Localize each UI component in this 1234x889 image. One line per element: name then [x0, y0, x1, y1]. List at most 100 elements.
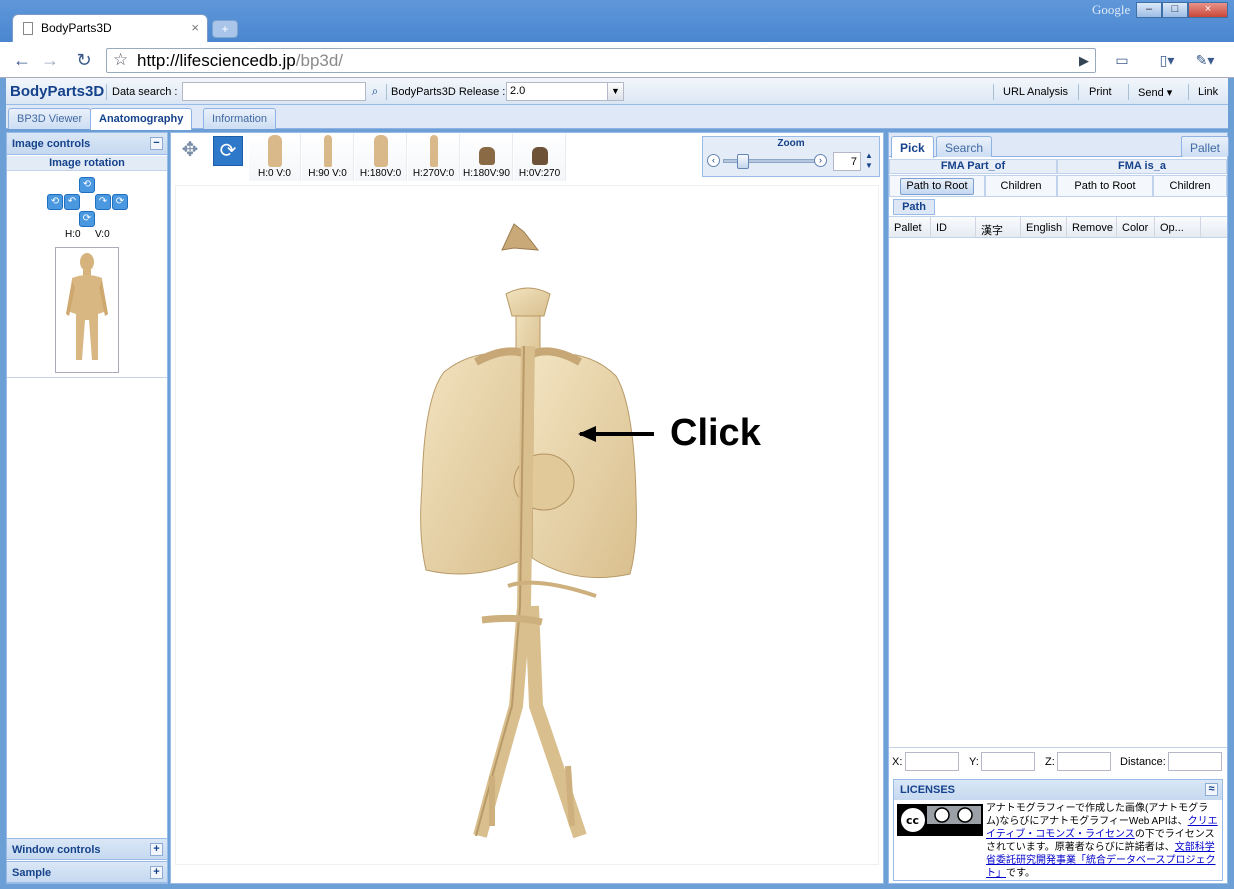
zoom-in-icon[interactable]: › — [814, 154, 827, 167]
part-of-children-button[interactable]: Children — [985, 175, 1057, 197]
z-input[interactable] — [1057, 752, 1111, 771]
wrench-menu-icon[interactable]: ✎▾ — [1190, 48, 1220, 72]
anatomy-canvas[interactable]: Click — [175, 185, 879, 865]
tab-anatomography[interactable]: Anatomography — [90, 108, 193, 130]
back-arrow-icon[interactable]: ← — [10, 48, 34, 72]
tab-information[interactable]: Information — [203, 108, 277, 129]
link-button[interactable]: Link — [1198, 86, 1218, 98]
zoom-slider-handle[interactable] — [737, 154, 749, 169]
release-value: 2.0 — [510, 85, 526, 97]
image-rotation-header: Image rotation — [7, 156, 167, 171]
figure-icon — [478, 147, 495, 165]
column-id[interactable]: ID — [931, 217, 976, 238]
window-controls-header[interactable]: Window controls + — [7, 838, 167, 860]
column-kanji[interactable]: 漢字 — [976, 217, 1021, 238]
licenses-header: LICENSES ≈ — [894, 780, 1222, 800]
figure-icon — [429, 135, 438, 167]
path-table-header: Pallet ID 漢字 English Remove Color Op... — [889, 216, 1227, 238]
z-label: Z: — [1045, 756, 1055, 768]
sample-header[interactable]: Sample + — [7, 861, 167, 883]
forward-arrow-icon[interactable]: → — [38, 48, 62, 72]
column-color[interactable]: Color — [1117, 217, 1155, 238]
pose-left[interactable]: H:90 V:0 — [302, 133, 354, 181]
send-button[interactable]: Send ▾ — [1138, 86, 1172, 99]
column-pallet[interactable]: Pallet — [889, 217, 931, 238]
path-tab[interactable]: Path — [893, 199, 935, 215]
zoom-value-input[interactable]: 7 — [833, 152, 861, 171]
expand-icon[interactable]: + — [150, 866, 163, 879]
maximize-button[interactable]: □ — [1162, 2, 1188, 18]
print-button[interactable]: Print — [1089, 86, 1112, 98]
cc-by-sa-icon: cc — [897, 804, 983, 836]
page-icon — [23, 22, 33, 35]
pose-front[interactable]: H:0 V:0 — [249, 133, 301, 181]
fma-part-of-header: FMA Part_of — [889, 159, 1057, 174]
column-remove[interactable]: Remove — [1067, 217, 1117, 238]
browser-tab[interactable]: BodyParts3D × — [12, 14, 208, 42]
pallet-button[interactable]: Pallet — [1181, 136, 1230, 157]
rotate-left-icon[interactable]: ⟲ — [47, 194, 63, 210]
tab-pick[interactable]: Pick — [891, 136, 934, 158]
figure-icon — [373, 135, 388, 167]
anatomy-model — [420, 223, 654, 839]
rotate-left-small-icon[interactable]: ↶ — [64, 194, 80, 210]
zoom-spinner-icon[interactable]: ▲ ▼ — [865, 151, 873, 171]
page-menu-icon[interactable]: ▯▾ — [1152, 48, 1182, 72]
collapse-icon[interactable]: ≈ — [1205, 783, 1218, 796]
browser-brand: Google — [1092, 2, 1131, 17]
y-input[interactable] — [981, 752, 1035, 771]
right-tabs: Pick Search Pallet — [889, 133, 1230, 158]
reload-icon[interactable]: ↻ — [72, 48, 96, 72]
release-select[interactable]: 2.0 ▼ — [506, 82, 624, 101]
app-header: BodyParts3D Data search : ⌕ BodyParts3D … — [6, 78, 1228, 105]
window-close-button[interactable]: × — [1188, 2, 1228, 18]
move-icon[interactable]: ✥ — [175, 136, 205, 166]
url-path: /bp3d/ — [295, 51, 344, 70]
part-of-path-to-root-button[interactable]: Path to Root — [900, 178, 974, 195]
address-bar[interactable]: ☆ http://lifesciencedb.jp/bp3d/ ▶ — [106, 48, 1096, 73]
distance-input[interactable] — [1168, 752, 1222, 771]
tab-search[interactable]: Search — [936, 136, 993, 157]
x-input[interactable] — [905, 752, 959, 771]
angle-h: H:0 — [65, 229, 81, 240]
tab-bp3d-viewer[interactable]: BP3D Viewer — [8, 108, 92, 129]
url-analysis-button[interactable]: URL Analysis — [1003, 86, 1068, 98]
divider — [1078, 84, 1079, 100]
pose-bottom[interactable]: H:0V:270 — [514, 133, 566, 181]
close-tab-icon[interactable]: × — [191, 20, 199, 35]
rotate-up-icon[interactable]: ⟲ — [79, 177, 95, 193]
is-a-children-button[interactable]: Children — [1153, 175, 1227, 197]
column-options[interactable]: Op... — [1155, 217, 1201, 238]
cc-license-badge[interactable]: cc — [897, 804, 983, 836]
expand-icon[interactable]: + — [150, 843, 163, 856]
tab-title: BodyParts3D — [41, 21, 112, 35]
rotate-right-icon[interactable]: ⟳ — [112, 194, 128, 210]
search-icon[interactable]: ⌕ — [367, 82, 383, 101]
rotate-down-icon[interactable]: ⟳ — [79, 211, 95, 227]
pose-label: H:180V:0 — [359, 168, 402, 179]
click-annotation: Click — [670, 412, 761, 454]
new-tab-button[interactable]: + — [212, 20, 238, 38]
divider — [1128, 84, 1129, 100]
send-label: Send — [1138, 87, 1164, 99]
rotate-mode-icon[interactable]: ⟳ — [213, 136, 243, 166]
is-a-path-to-root-button[interactable]: Path to Root — [1057, 175, 1153, 197]
bookmark-star-icon[interactable]: ☆ — [113, 48, 128, 71]
search-input[interactable] — [182, 82, 366, 101]
rotate-right-small-icon[interactable]: ↷ — [95, 194, 111, 210]
zoom-out-icon[interactable]: ‹ — [707, 154, 720, 167]
divider — [993, 84, 994, 100]
figure-icon — [267, 135, 282, 167]
compact-icon[interactable]: ▭ — [1110, 48, 1134, 72]
minimize-button[interactable]: – — [1136, 2, 1162, 18]
pose-right[interactable]: H:270V:0 — [408, 133, 460, 181]
chevron-down-icon[interactable]: ▼ — [607, 83, 623, 100]
distance-label: Distance: — [1120, 756, 1166, 768]
go-icon[interactable]: ▶ — [1079, 49, 1089, 72]
body-thumbnail[interactable] — [55, 247, 119, 373]
body-figure-icon — [66, 253, 108, 360]
collapse-icon[interactable]: − — [150, 137, 163, 150]
pose-back[interactable]: H:180V:0 — [355, 133, 407, 181]
pose-top[interactable]: H:180V:90 — [461, 133, 513, 181]
column-english[interactable]: English — [1021, 217, 1067, 238]
